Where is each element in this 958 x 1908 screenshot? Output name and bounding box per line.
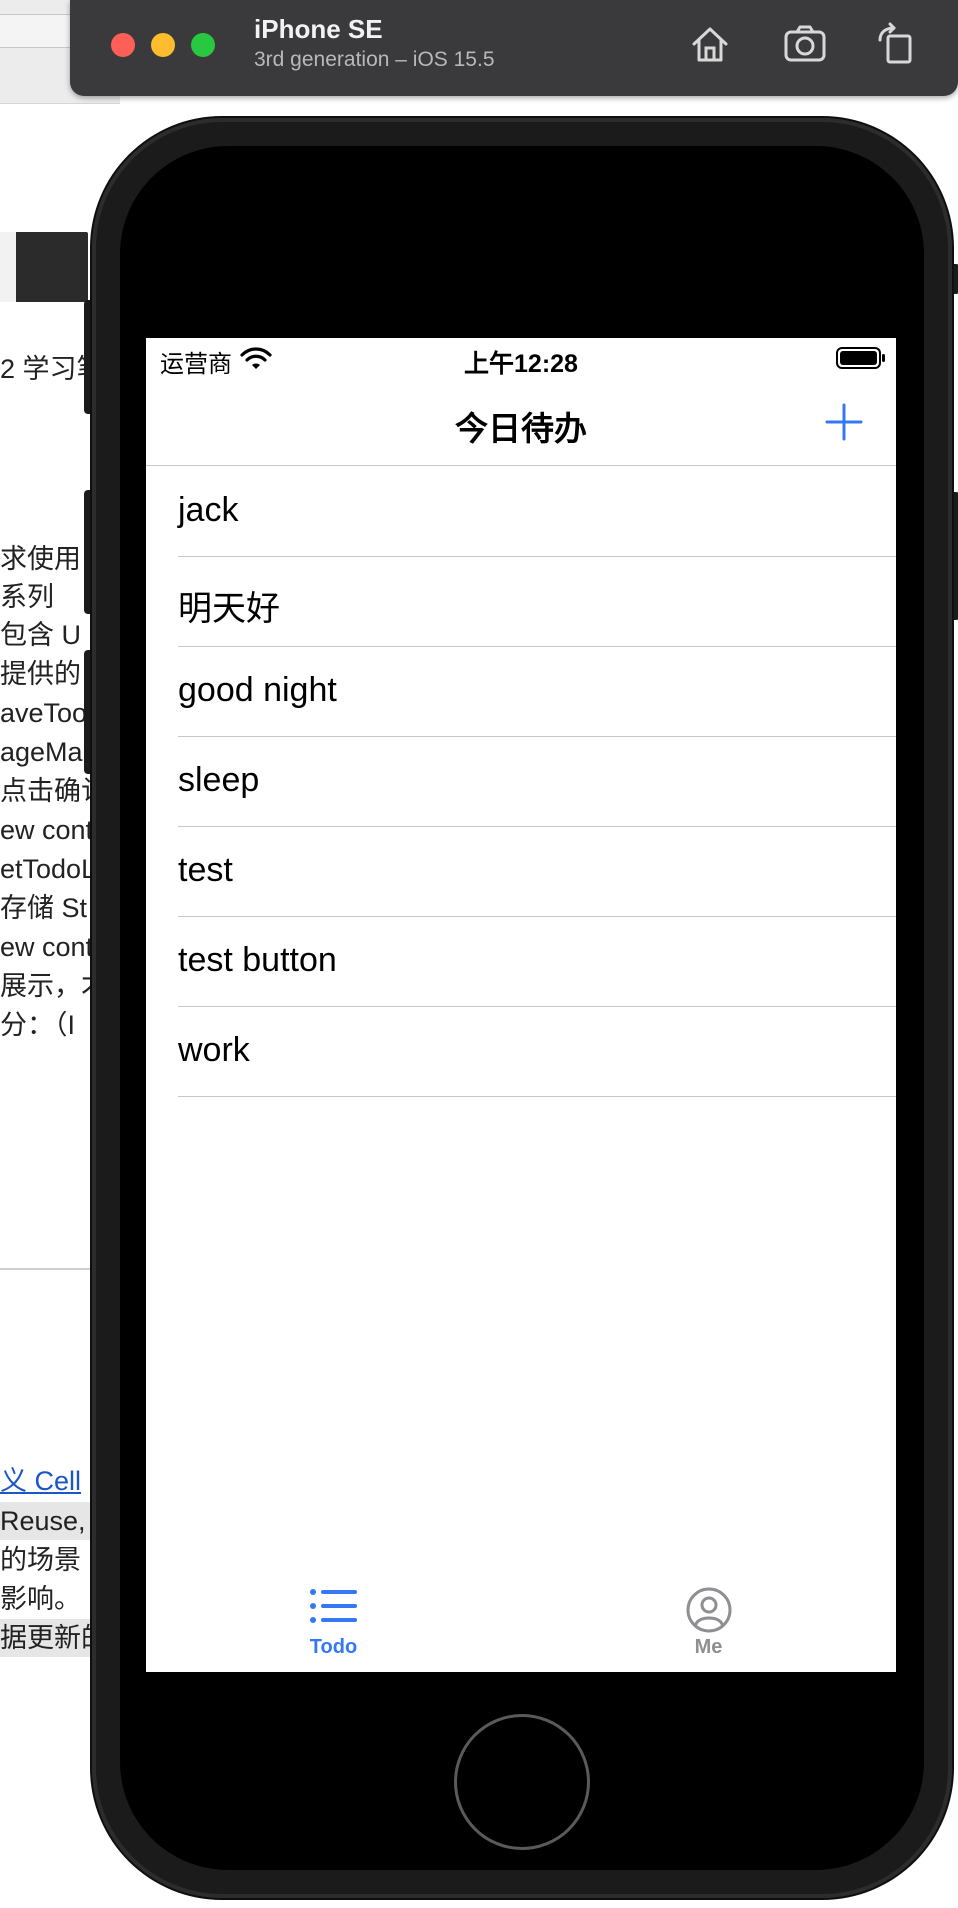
screenshot-icon xyxy=(784,25,826,62)
background-text-line: ew cont xyxy=(0,815,94,845)
navigation-bar: 今日待办 xyxy=(146,378,896,466)
simulator-device-name: iPhone SE xyxy=(254,14,383,44)
home-icon xyxy=(692,27,728,62)
background-text-line: Reuse, xyxy=(0,1506,86,1536)
tab-todo-label: Todo xyxy=(309,1636,358,1658)
tab-todo[interactable]: Todo xyxy=(146,1574,521,1672)
tab-me-icon-wrap xyxy=(521,1586,896,1634)
minimize-window-button[interactable] xyxy=(151,33,175,57)
todo-title: test xyxy=(178,851,233,889)
home-button[interactable] xyxy=(684,18,736,70)
todo-row[interactable]: 明天好 xyxy=(146,557,896,647)
background-text-line: aveToo xyxy=(0,698,88,728)
todo-row[interactable]: jack xyxy=(146,467,896,557)
background-link[interactable]: 义 Cell xyxy=(0,1462,81,1500)
status-time: 上午12:28 xyxy=(464,350,578,378)
list-icon xyxy=(309,1589,357,1623)
todo-title: test button xyxy=(178,941,337,979)
todo-row[interactable]: sleep xyxy=(146,737,896,827)
background-text-line: 的场景 xyxy=(0,1545,81,1575)
tab-bar: Todo Me xyxy=(146,1574,896,1672)
status-bar: 运营商 上午12:28 xyxy=(146,338,896,378)
todo-list: jack 明天好 good night sleep test test butt… xyxy=(146,467,896,1097)
tab-me-label: Me xyxy=(694,1636,723,1658)
todo-title: good night xyxy=(178,671,337,709)
todo-title: work xyxy=(178,1031,250,1069)
todo-title: jack xyxy=(178,491,239,529)
tab-me[interactable]: Me xyxy=(521,1574,896,1672)
background-text-line: 存储 St xyxy=(0,893,88,923)
background-text-line: 求使用 xyxy=(0,544,81,574)
todo-row[interactable]: test button xyxy=(146,917,896,1007)
background-text-line: 包含 U xyxy=(0,620,81,650)
screenshot-button[interactable] xyxy=(780,18,832,70)
add-todo-button[interactable] xyxy=(822,400,866,444)
rotate-button[interactable] xyxy=(870,18,922,70)
plus-icon xyxy=(825,403,863,441)
background-text-line: etTodoL xyxy=(0,854,97,884)
background-block-edge xyxy=(0,232,16,302)
person-circle-icon xyxy=(686,1587,731,1633)
todo-row[interactable]: work xyxy=(146,1007,896,1097)
todo-title: 明天好 xyxy=(178,590,280,628)
background-toolbar-field xyxy=(0,14,80,48)
close-window-button[interactable] xyxy=(111,33,135,57)
tab-todo-icon-wrap xyxy=(146,1586,521,1626)
battery-icon xyxy=(836,347,885,369)
zoom-window-button[interactable] xyxy=(191,33,215,57)
iphone-screen: 运营商 上午12:28 今日待办 jack 明天好 good night sle… xyxy=(146,338,896,1672)
todo-title: sleep xyxy=(178,761,260,799)
device-home-button[interactable] xyxy=(454,1714,590,1850)
background-text-line: 影响。 xyxy=(0,1584,81,1614)
simulator-device-detail: 3rd generation – iOS 15.5 xyxy=(254,48,495,71)
page-title: 今日待办 xyxy=(455,410,587,447)
background-text-line: 提供的 xyxy=(0,659,81,689)
todo-row[interactable]: good night xyxy=(146,647,896,737)
todo-row[interactable]: test xyxy=(146,827,896,917)
rotate-icon xyxy=(878,22,912,64)
background-text-line: ew cont xyxy=(0,932,94,962)
background-text-line: 分：（I xyxy=(0,1010,76,1040)
background-text-line: 系列 xyxy=(0,582,54,612)
simulator-title-bar: iPhone SE 3rd generation – iOS 15.5 xyxy=(70,0,958,96)
background-text-line: ageMa xyxy=(0,737,83,767)
